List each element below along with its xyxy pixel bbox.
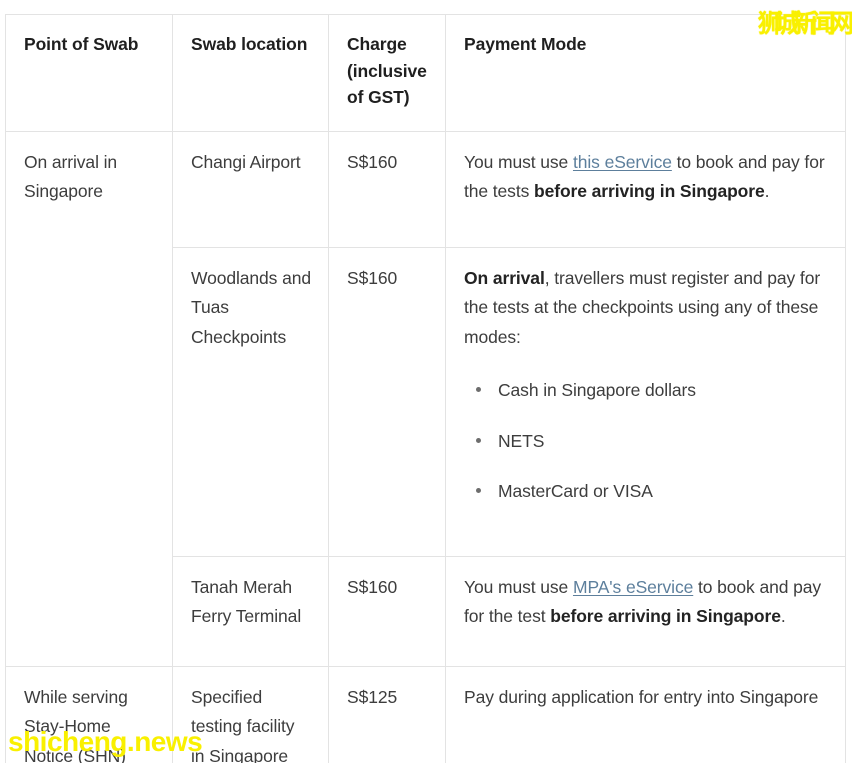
page-root: Point of Swab Swab location Charge (incl…	[0, 0, 852, 763]
payment-text-emphasis: before arriving in Singapore	[550, 606, 781, 627]
list-item: Cash in Singapore dollars	[476, 378, 829, 403]
payment-mode-cash: Cash in Singapore dollars	[498, 380, 696, 401]
payment-text-emphasis: On arrival	[464, 268, 545, 288]
cell-swab-location-specified-facility: Specified testing facility in Singapore	[172, 665, 329, 763]
table-row: On arrival in Singapore Changi Airport S…	[5, 131, 846, 667]
list-item: MasterCard or VISA	[476, 479, 829, 504]
this-eservice-link[interactable]: this eService	[573, 152, 672, 172]
cell-payment-mode-changi-airport: You must use this eService to book and p…	[445, 131, 846, 248]
payment-text-prefix: You must use	[464, 152, 573, 172]
cell-charge-changi-airport: S$160	[328, 131, 446, 248]
payment-text-period: .	[764, 181, 770, 202]
cell-charge-tanah-merah: S$160	[328, 556, 446, 667]
table-row: While serving Stay-Home Notice (SHN) Spe…	[5, 665, 846, 763]
column-header-payment-mode: Payment Mode	[445, 14, 846, 132]
list-item: NETS	[476, 429, 829, 454]
swab-charges-table: Point of Swab Swab location Charge (incl…	[5, 14, 846, 763]
bullet-icon	[476, 488, 481, 494]
bullet-icon	[476, 387, 481, 393]
cell-payment-mode-woodlands-tuas: On arrival, travellers must register and…	[445, 247, 846, 557]
payment-text-changi: You must use this eService to book and p…	[464, 148, 829, 207]
cell-swab-location-tanah-merah: Tanah Merah Ferry Terminal	[172, 556, 329, 667]
table-body: On arrival in Singapore Changi Airport S…	[5, 131, 846, 763]
payment-text-woodlands: On arrival, travellers must register and…	[464, 264, 829, 352]
column-header-charge: Charge (inclusive of GST)	[328, 14, 446, 132]
column-header-point-of-swab: Point of Swab	[5, 14, 173, 132]
payment-mode-cards: MasterCard or VISA	[498, 481, 653, 502]
column-header-charge-line1: Charge	[347, 34, 407, 54]
mpa-eservice-link[interactable]: MPA's eService	[573, 577, 693, 597]
cell-payment-mode-tanah-merah: You must use MPA's eService to book and …	[445, 556, 846, 667]
column-header-charge-line2: (inclusive	[347, 60, 427, 81]
cell-swab-location-woodlands-tuas: Woodlands and Tuas Checkpoints	[172, 247, 329, 557]
cell-point-of-swab-on-arrival: On arrival in Singapore	[5, 131, 173, 667]
bullet-icon	[476, 437, 481, 443]
payment-modes-list: Cash in Singapore dollars NETS MasterCar…	[464, 378, 829, 504]
column-header-charge-line3: of GST)	[347, 87, 410, 108]
table-header-row: Point of Swab Swab location Charge (incl…	[5, 14, 846, 132]
payment-text-prefix: You must use	[464, 577, 573, 597]
payment-mode-nets: NETS	[498, 430, 545, 451]
payment-text-emphasis: before arriving in Singapore	[534, 181, 765, 202]
cell-point-of-swab-shn: While serving Stay-Home Notice (SHN)	[5, 665, 173, 763]
cell-charge-woodlands-tuas: S$160	[328, 247, 446, 557]
column-header-swab-location: Swab location	[172, 14, 329, 132]
swab-charges-table-wrapper: Point of Swab Swab location Charge (incl…	[5, 14, 846, 763]
cell-charge-shn: S$125	[328, 665, 446, 763]
payment-text-period: .	[780, 606, 786, 627]
cell-payment-mode-shn: Pay during application for entry into Si…	[445, 665, 846, 763]
table-header: Point of Swab Swab location Charge (incl…	[5, 14, 846, 132]
payment-text-tanah: You must use MPA's eService to book and …	[464, 573, 829, 632]
cell-swab-location-changi-airport: Changi Airport	[172, 131, 329, 248]
